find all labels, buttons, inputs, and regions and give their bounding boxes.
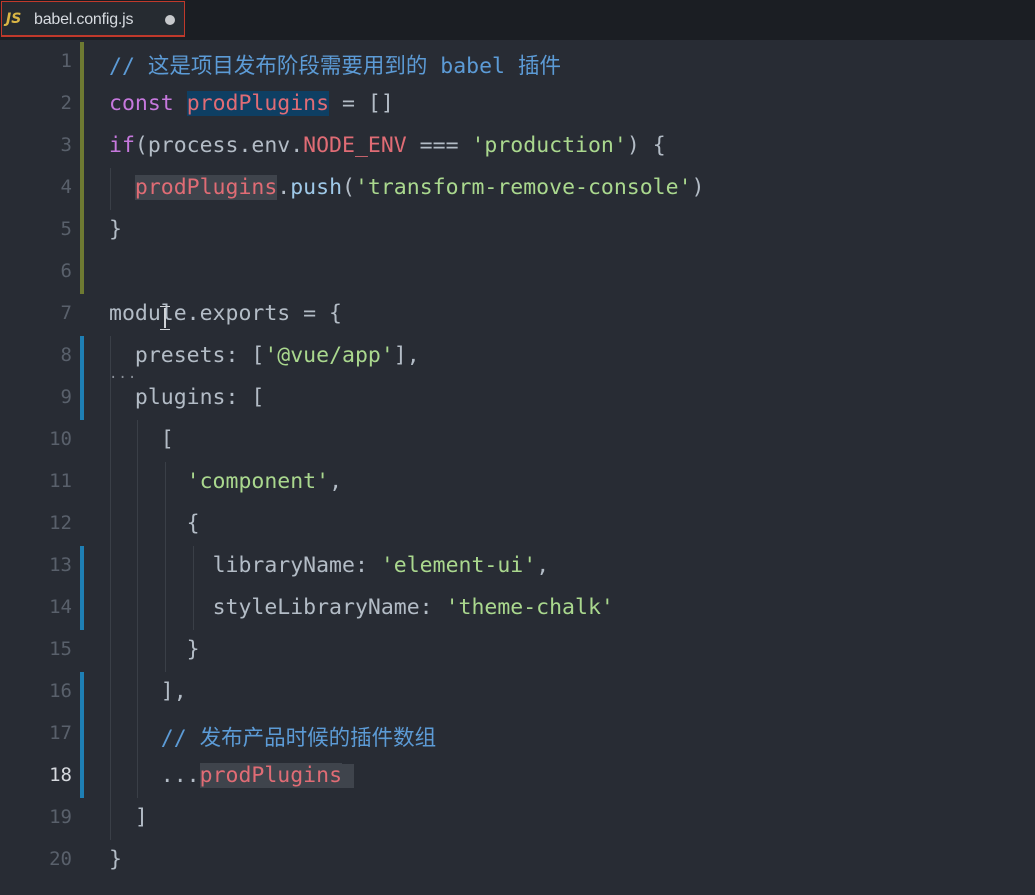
- javascript-file-icon: JS: [6, 11, 22, 27]
- added-line-marker[interactable]: [80, 336, 84, 378]
- code-text: libraryName: 'element-ui',: [212, 553, 550, 578]
- code-text: presets: ['@vue/app'],: [134, 343, 420, 368]
- code-line: 19 ]: [0, 798, 1035, 840]
- line-number: 1: [60, 50, 72, 72]
- code-text: {: [109, 511, 200, 536]
- line-number: 7: [60, 302, 72, 324]
- code-line: 3 if(process.env.NODE_ENV === 'productio…: [0, 126, 1035, 168]
- code-text: [: [109, 427, 174, 452]
- modified-line-marker[interactable]: [80, 84, 84, 126]
- code-line: 2 const prodPlugins = []: [0, 84, 1035, 126]
- code-line: 5 }: [0, 210, 1035, 252]
- code-text: }: [109, 217, 122, 242]
- modified-line-marker[interactable]: [80, 168, 84, 210]
- added-line-marker[interactable]: [80, 546, 84, 588]
- code-text: module.exports = {: [109, 301, 342, 326]
- code-line: 6: [0, 252, 1035, 294]
- tab-babel-config[interactable]: JS babel.config.js: [1, 1, 185, 37]
- line-number: 17: [49, 722, 72, 744]
- code-text: // 发布产品时候的插件数组: [109, 726, 437, 751]
- code-line: 11 'component',: [0, 462, 1035, 504]
- line-number: 9: [60, 386, 72, 408]
- code-line: 15 }: [0, 630, 1035, 672]
- line-number: 15: [49, 638, 72, 660]
- code-text: 'component',: [186, 469, 343, 494]
- line-number: 16: [49, 680, 72, 702]
- folded-ellipsis-icon[interactable]: ···: [109, 370, 137, 386]
- added-line-marker[interactable]: [80, 588, 84, 630]
- code-line: 7 module.exports = {: [0, 294, 1035, 336]
- line-number: 13: [49, 554, 72, 576]
- code-line: 9 plugins: [: [0, 378, 1035, 420]
- line-number: 14: [49, 596, 72, 618]
- code-text: }: [109, 637, 200, 662]
- code-line: 12 {: [0, 504, 1035, 546]
- code-text: ]: [109, 805, 148, 830]
- modified-line-marker[interactable]: [80, 42, 84, 84]
- line-number: 20: [49, 848, 72, 870]
- code-line: 17 // 发布产品时候的插件数组: [0, 714, 1035, 756]
- added-line-marker[interactable]: [80, 714, 84, 756]
- code-line-active: 18 ...prodPlugins: [0, 756, 1035, 798]
- code-text: prodPlugins.push('transform-remove-conso…: [134, 175, 705, 200]
- code-line: 10 [: [0, 420, 1035, 462]
- code-editor[interactable]: 1 // 这是项目发布阶段需要用到的 babel 插件 2 const prod…: [0, 40, 1035, 895]
- text-cursor-icon: [160, 306, 170, 330]
- code-text: }: [109, 847, 122, 872]
- line-number: 6: [60, 260, 72, 282]
- modified-line-marker[interactable]: [80, 126, 84, 168]
- code-line: 1 // 这是项目发布阶段需要用到的 babel 插件: [0, 42, 1035, 84]
- added-line-marker[interactable]: [80, 378, 84, 420]
- line-number: 10: [49, 428, 72, 450]
- code-text: ],: [109, 679, 187, 704]
- tab-bar: JS babel.config.js: [0, 0, 1035, 40]
- line-number: 2: [60, 92, 72, 114]
- line-number: 8: [60, 344, 72, 366]
- line-number: 19: [49, 806, 72, 828]
- added-line-marker[interactable]: [80, 756, 84, 798]
- line-number: 4: [60, 176, 72, 198]
- code-line: 13 libraryName: 'element-ui',: [0, 546, 1035, 588]
- code-line: 4 prodPlugins.push('transform-remove-con…: [0, 168, 1035, 210]
- code-line: 8 presets: ['@vue/app'],: [0, 336, 1035, 378]
- added-line-marker[interactable]: [80, 672, 84, 714]
- line-number: 11: [49, 470, 72, 492]
- code-line: 16 ],: [0, 672, 1035, 714]
- code-text: plugins: [: [109, 385, 265, 410]
- modified-line-marker[interactable]: [80, 210, 84, 252]
- code-text: // 这是项目发布阶段需要用到的 babel 插件: [109, 54, 561, 79]
- code-text: styleLibraryName: 'theme-chalk': [212, 595, 614, 620]
- code-line: 20 }: [0, 840, 1035, 882]
- line-number: 3: [60, 134, 72, 156]
- code-text: const prodPlugins = []: [109, 91, 394, 116]
- unsaved-dot-icon[interactable]: [165, 15, 175, 25]
- line-number: 5: [60, 218, 72, 240]
- line-number: 12: [49, 512, 72, 534]
- line-number: 18: [49, 764, 72, 786]
- modified-line-marker[interactable]: [80, 252, 84, 294]
- code-text: if(process.env.NODE_ENV === 'production'…: [109, 133, 666, 158]
- code-text: ...prodPlugins: [109, 763, 355, 788]
- code-line: 14 styleLibraryName: 'theme-chalk': [0, 588, 1035, 630]
- tab-filename: babel.config.js: [34, 11, 134, 28]
